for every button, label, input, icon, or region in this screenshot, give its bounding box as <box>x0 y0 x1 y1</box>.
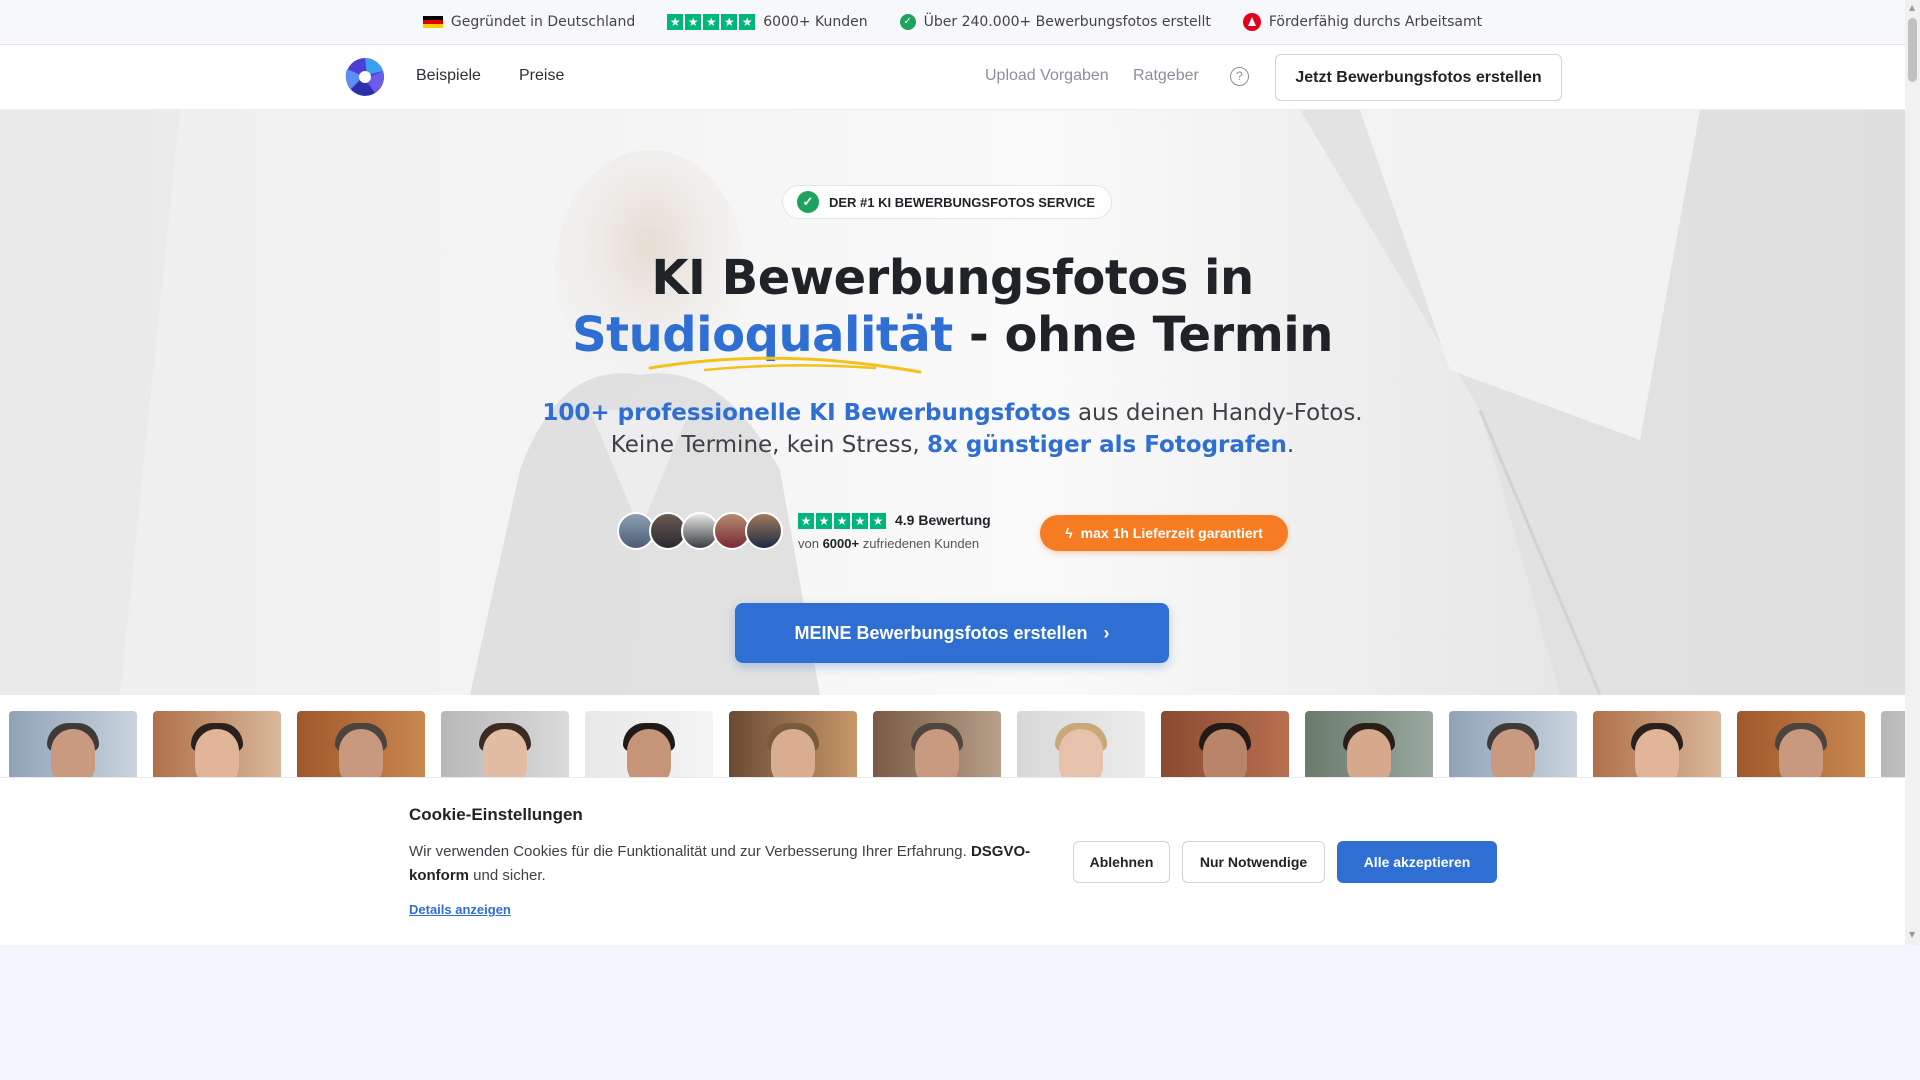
hero-title-line2: Studioqualität - ohne Termin <box>0 307 1905 363</box>
example-photo-strip <box>0 695 1905 777</box>
trust-item-label: Förderfähig durchs Arbeitsamt <box>1268 14 1483 30</box>
page-scrollbar[interactable]: ▲ ▼ <box>1905 0 1920 945</box>
scroll-up-icon[interactable]: ▲ <box>1909 3 1915 12</box>
cookie-text: Wir verwenden Cookies für die Funktional… <box>409 843 971 860</box>
rating-suffix: zufriedenen Kunden <box>859 536 980 551</box>
hero-subtitle-text: Keine Termine, kein Stress, <box>610 432 928 458</box>
example-photo <box>1161 711 1289 777</box>
example-photo <box>297 711 425 777</box>
avatar <box>745 512 783 550</box>
delivery-time-label: max 1h Lieferzeit garantiert <box>1080 525 1263 541</box>
trust-item-funding: Förderfähig durchs Arbeitsamt <box>1242 13 1483 31</box>
brand-logo-icon[interactable] <box>345 57 385 97</box>
cookie-details-link[interactable]: Details anzeigen <box>409 902 511 917</box>
hero-subtitle-line2: Keine Termine, kein Stress, 8x günstiger… <box>0 432 1905 458</box>
cookie-accept-all-button[interactable]: Alle akzeptieren <box>1337 841 1497 883</box>
highlight-underline-decoration <box>648 356 922 374</box>
service-badge-label: DER #1 KI BEWERBUNGSFOTOS SERVICE <box>829 194 1096 210</box>
lightning-icon: ϟ <box>1065 525 1073 541</box>
check-badge-icon: ✓ <box>797 191 819 213</box>
main-navigation: Beispiele Preise Upload Vorgaben Ratgebe… <box>0 45 1905 110</box>
nav-link-upload-vorgaben[interactable]: Upload Vorgaben <box>985 67 1109 85</box>
hero-cta-label: MEINE Bewerbungsfotos erstellen <box>794 622 1088 643</box>
germany-flag-icon <box>422 15 443 29</box>
trust-bar: Gegründet in Deutschland ★ ★ ★ ★ ★ 6000+ Kun… <box>0 0 1905 45</box>
cookie-title: Cookie-Einstellungen <box>409 805 583 824</box>
chevron-right-icon: › <box>1103 622 1110 643</box>
rating-stars-icon: ★ ★ ★ ★ ★ <box>798 513 886 529</box>
nav-link-beispiele[interactable]: Beispiele <box>416 67 481 85</box>
rating-prefix: von <box>798 536 823 551</box>
trust-item-customers: ★ ★ ★ ★ ★ 6000+ Kunden <box>667 14 868 30</box>
rating-subtext: von 6000+ zufriedenen Kunden <box>798 536 979 551</box>
trust-item-photos: ✓ Über 240.000+ Bewerbungsfotos erstellt <box>899 14 1211 30</box>
example-photo <box>1017 711 1145 777</box>
hero-subtitle-text: . <box>1286 432 1295 458</box>
hero-subtitle-bold: 8x günstiger als Fotografen <box>927 432 1287 458</box>
nav-link-ratgeber[interactable]: Ratgeber <box>1133 67 1199 85</box>
cookie-reject-button[interactable]: Ablehnen <box>1073 841 1170 883</box>
hero-subtitle-line1: 100+ professionelle KI Bewerbungsfotos a… <box>0 400 1905 426</box>
delivery-time-pill: ϟ max 1h Lieferzeit garantiert <box>1040 515 1288 551</box>
cookie-banner: Cookie-Einstellungen Wir verwenden Cooki… <box>0 777 1905 945</box>
hero-cta-button[interactable]: MEINE Bewerbungsfotos erstellen › <box>735 603 1169 663</box>
trust-item-label: Über 240.000+ Bewerbungsfotos erstellt <box>923 14 1211 30</box>
hero-title-line1: KI Bewerbungsfotos in <box>651 250 1254 306</box>
example-photo <box>153 711 281 777</box>
help-icon[interactable]: ? <box>1230 67 1249 86</box>
example-photo <box>585 711 713 777</box>
trust-item-label: Gegründet in Deutschland <box>450 14 636 30</box>
example-photo <box>1449 711 1577 777</box>
trust-item-label: 6000+ Kunden <box>763 14 868 30</box>
example-photo <box>729 711 857 777</box>
example-photo <box>1305 711 1433 777</box>
hero-title-rest: - ohne Termin <box>952 307 1333 363</box>
example-photo <box>9 711 137 777</box>
rating-count: 6000+ <box>822 536 860 551</box>
example-photo <box>873 711 1001 777</box>
example-photo <box>1737 711 1865 777</box>
customer-avatars <box>617 512 785 550</box>
trustpilot-stars-icon: ★ ★ ★ ★ ★ <box>667 14 756 30</box>
example-photo <box>1593 711 1721 777</box>
service-badge: ✓ DER #1 KI BEWERBUNGSFOTOS SERVICE <box>782 185 1113 219</box>
cookie-necessary-button[interactable]: Nur Notwendige <box>1182 841 1325 883</box>
arbeitsagentur-icon <box>1242 13 1261 31</box>
cookie-text: und sicher. <box>469 867 546 884</box>
check-badge-icon: ✓ <box>899 14 916 30</box>
example-photo <box>1881 711 1905 777</box>
scroll-down-icon[interactable]: ▼ <box>1909 930 1915 939</box>
scrollbar-thumb[interactable] <box>1908 18 1917 82</box>
nav-cta-button[interactable]: Jetzt Bewerbungsfotos erstellen <box>1275 54 1562 101</box>
trust-item-germany: Gegründet in Deutschland <box>422 14 636 30</box>
hero-subtitle-bold: 100+ professionelle KI Bewerbungsfotos <box>542 400 1071 426</box>
rating-value: 4.9 Bewertung <box>895 512 991 528</box>
example-photo <box>441 711 569 777</box>
hero-subtitle-text: aus deinen Handy-Fotos. <box>1070 400 1363 426</box>
cookie-description: Wir verwenden Cookies für die Funktional… <box>409 840 1049 888</box>
hero-section: ✓ DER #1 KI BEWERBUNGSFOTOS SERVICE KI B… <box>0 110 1905 695</box>
nav-link-preise[interactable]: Preise <box>519 67 564 85</box>
